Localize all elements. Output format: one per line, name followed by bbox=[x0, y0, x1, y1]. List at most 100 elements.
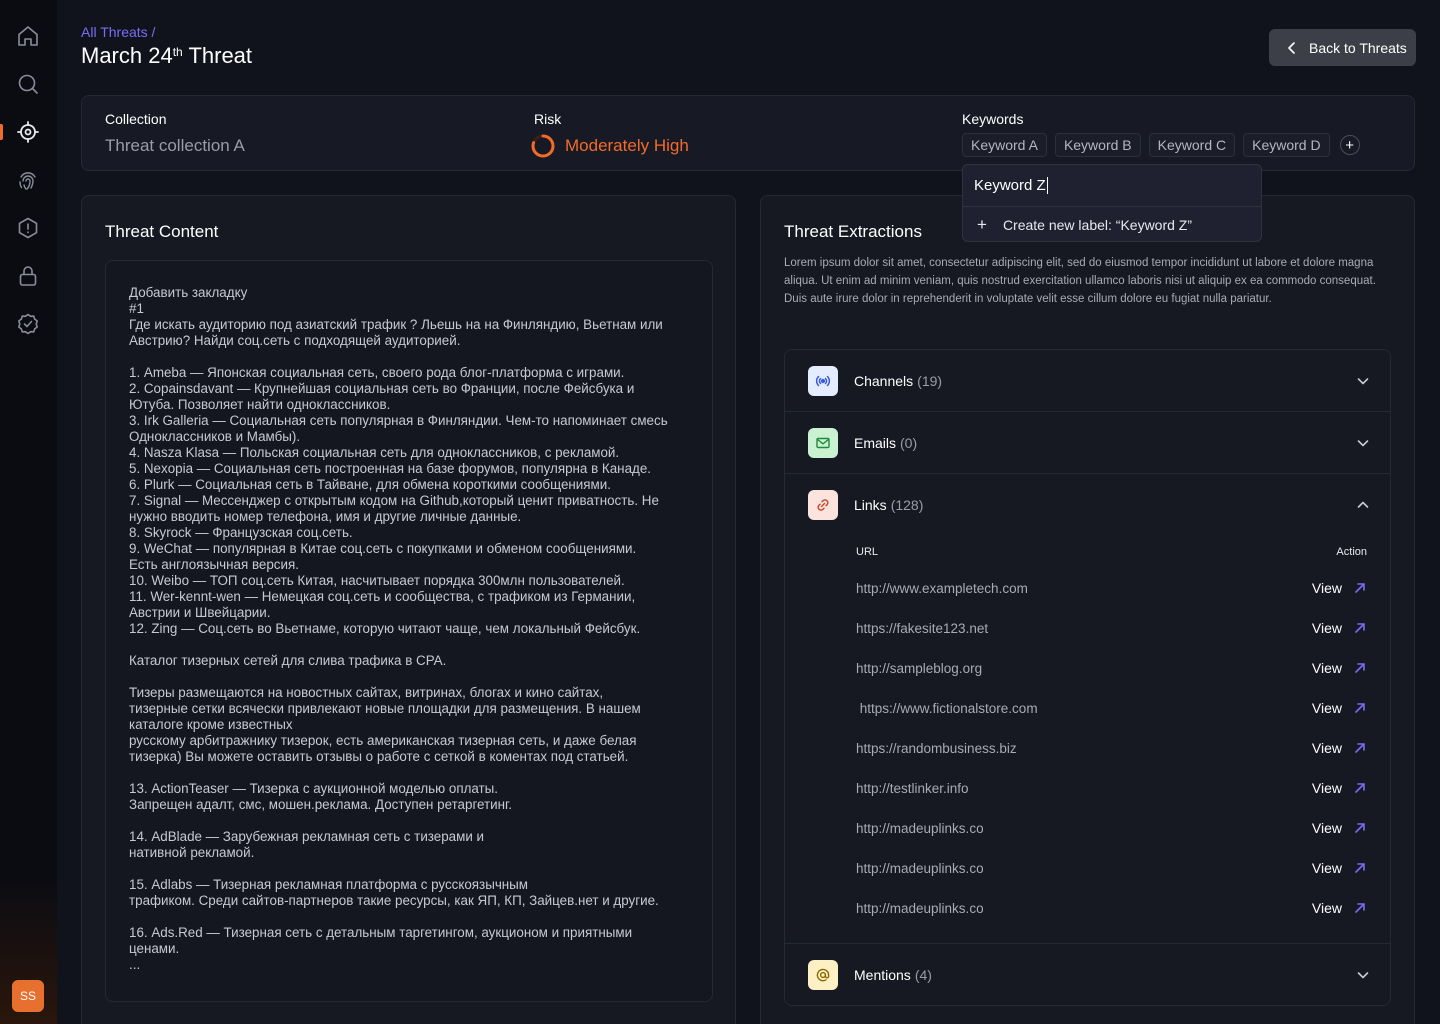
chevron-left-icon bbox=[1288, 41, 1295, 54]
table-row: https://www.fictionalstore.com View bbox=[856, 688, 1366, 728]
link-url[interactable]: http://madeuplinks.co bbox=[856, 861, 984, 876]
view-label: View bbox=[1311, 620, 1342, 636]
view-label: View bbox=[1311, 900, 1342, 916]
collection-value: Threat collection A bbox=[105, 136, 245, 155]
emails-count: (0) bbox=[900, 434, 918, 451]
threat-content-panel: Threat Content Добавить закладку #1 Где … bbox=[81, 195, 736, 1024]
mentions-label: Mentions bbox=[854, 967, 911, 983]
links-count: (128) bbox=[890, 497, 924, 513]
link-url[interactable]: https://randombusiness.biz bbox=[856, 741, 1017, 756]
view-link-button[interactable]: View bbox=[1312, 820, 1366, 836]
view-link-button[interactable]: View bbox=[1312, 620, 1366, 636]
link-url[interactable]: http://madeuplinks.co bbox=[856, 901, 984, 916]
view-link-button[interactable]: View bbox=[1312, 780, 1366, 796]
keyword-search-input[interactable]: Keyword Z bbox=[963, 165, 1261, 207]
lock-icon[interactable] bbox=[16, 264, 40, 288]
extractions-accordion: Channels (19) Emails (0) Links (128) URL… bbox=[784, 349, 1391, 1006]
badge-check-icon[interactable] bbox=[16, 312, 40, 336]
page-title-suffix: Threat bbox=[182, 43, 253, 68]
page-title-ordinal: th bbox=[172, 45, 183, 59]
risk-label: Risk bbox=[534, 111, 562, 127]
keyword-chip[interactable]: Keyword D bbox=[1243, 133, 1330, 157]
view-label: View bbox=[1311, 820, 1342, 836]
threat-extractions-panel: Threat Extractions Lorem ipsum dolor sit… bbox=[760, 195, 1415, 1024]
link-icon bbox=[808, 490, 838, 520]
link-url[interactable]: http://madeuplinks.co bbox=[856, 821, 984, 836]
target-icon[interactable] bbox=[16, 120, 40, 144]
view-link-button[interactable]: View bbox=[1312, 860, 1366, 876]
page-title-prefix: March 24 bbox=[81, 43, 173, 68]
collection-label: Collection bbox=[105, 111, 167, 127]
back-button-label: Back to Threats bbox=[1309, 39, 1407, 56]
broadcast-icon bbox=[808, 365, 838, 396]
view-label: View bbox=[1311, 740, 1342, 756]
home-icon[interactable] bbox=[16, 24, 40, 48]
link-url[interactable]: http://sampleblog.org bbox=[856, 661, 982, 676]
view-link-button[interactable]: View bbox=[1312, 900, 1366, 916]
emails-section-header[interactable]: Emails (0) bbox=[785, 412, 1390, 474]
view-link-button[interactable]: View bbox=[1312, 660, 1366, 676]
create-label-text: Create new label: “Keyword Z” bbox=[1002, 217, 1193, 233]
links-label: Links bbox=[854, 497, 887, 513]
text-caret bbox=[1046, 177, 1048, 194]
mail-icon bbox=[808, 427, 838, 458]
view-label: View bbox=[1311, 700, 1342, 716]
extractions-description: Lorem ipsum dolor sit amet, consectetur … bbox=[784, 257, 1376, 305]
view-label: View bbox=[1311, 780, 1342, 796]
channels-label: Channels bbox=[854, 372, 914, 389]
arrow-up-right-icon bbox=[1355, 623, 1365, 633]
emails-label: Emails bbox=[854, 434, 897, 451]
table-row: http://madeuplinks.co View bbox=[856, 808, 1366, 848]
table-row: https://randombusiness.biz View bbox=[856, 728, 1366, 768]
plus-icon: + bbox=[977, 215, 987, 234]
alert-hexagon-icon[interactable] bbox=[16, 216, 40, 240]
links-section-header[interactable]: Links (128) bbox=[785, 474, 1390, 536]
keywords-label: Keywords bbox=[962, 111, 1024, 127]
url-column-header: URL bbox=[856, 546, 879, 558]
keyword-chip[interactable]: Keyword C bbox=[1148, 133, 1236, 157]
links-table: URL Action http://www.exampletech.com Vie… bbox=[785, 536, 1390, 944]
channels-count: (19) bbox=[917, 372, 943, 389]
at-icon bbox=[808, 960, 838, 990]
view-label: View bbox=[1311, 660, 1342, 676]
search-icon[interactable] bbox=[16, 72, 40, 96]
keyword-chip[interactable]: Keyword A bbox=[962, 133, 1047, 157]
back-to-threats-button[interactable]: Back to Threats bbox=[1269, 29, 1416, 66]
chevron-up-icon bbox=[1356, 498, 1370, 512]
link-url[interactable]: https://fakesite123.net bbox=[856, 621, 988, 636]
active-nav-marker bbox=[0, 124, 3, 140]
risk-indicator: Moderately High bbox=[531, 134, 689, 158]
keyword-chip[interactable]: Keyword B bbox=[1054, 133, 1141, 157]
table-row: http://madeuplinks.co View bbox=[856, 848, 1366, 888]
create-label-option[interactable]: + Create new label: “Keyword Z” bbox=[963, 207, 1261, 243]
arrow-up-right-icon bbox=[1355, 743, 1365, 753]
threat-content-box[interactable]: Добавить закладку #1 Где искать аудитори… bbox=[105, 260, 713, 1002]
risk-field: Risk Moderately High bbox=[531, 111, 689, 158]
link-url[interactable]: http://www.exampletech.com bbox=[856, 581, 1028, 596]
table-row: http://madeuplinks.co View bbox=[856, 888, 1366, 928]
table-row: https://fakesite123.net View bbox=[856, 608, 1366, 648]
channels-section-header[interactable]: Channels (19) bbox=[785, 350, 1390, 412]
arrow-up-right-icon bbox=[1355, 783, 1365, 793]
table-row: http://sampleblog.org View bbox=[856, 648, 1366, 688]
risk-value: Moderately High bbox=[565, 136, 689, 155]
view-link-button[interactable]: View bbox=[1312, 580, 1366, 596]
arrow-up-right-icon bbox=[1355, 863, 1365, 873]
add-keyword-button[interactable]: + bbox=[1339, 135, 1360, 155]
breadcrumb[interactable]: All Threats / bbox=[81, 24, 155, 40]
threat-extractions-title: Threat Extractions bbox=[784, 222, 922, 241]
page-title: March 24th Threat bbox=[81, 43, 252, 69]
avatar[interactable]: SS bbox=[12, 980, 44, 1012]
risk-gauge-icon bbox=[531, 134, 555, 158]
link-url[interactable]: http://testlinker.info bbox=[856, 781, 969, 796]
keyword-dropdown: Keyword Z + Create new label: “Keyword Z… bbox=[962, 164, 1262, 242]
mentions-section-header[interactable]: Mentions (4) bbox=[785, 944, 1390, 1006]
view-link-button[interactable]: View bbox=[1312, 740, 1366, 756]
link-url[interactable]: https://www.fictionalstore.com bbox=[856, 701, 1038, 716]
arrow-up-right-icon bbox=[1355, 663, 1365, 673]
fingerprint-icon[interactable] bbox=[16, 168, 40, 192]
keywords-field: Keywords Keyword A Keyword B Keyword C K… bbox=[962, 111, 1360, 157]
view-link-button[interactable]: View bbox=[1312, 700, 1366, 716]
table-row: http://testlinker.info View bbox=[856, 768, 1366, 808]
keyword-list: Keyword A Keyword B Keyword C Keyword D … bbox=[962, 133, 1360, 157]
